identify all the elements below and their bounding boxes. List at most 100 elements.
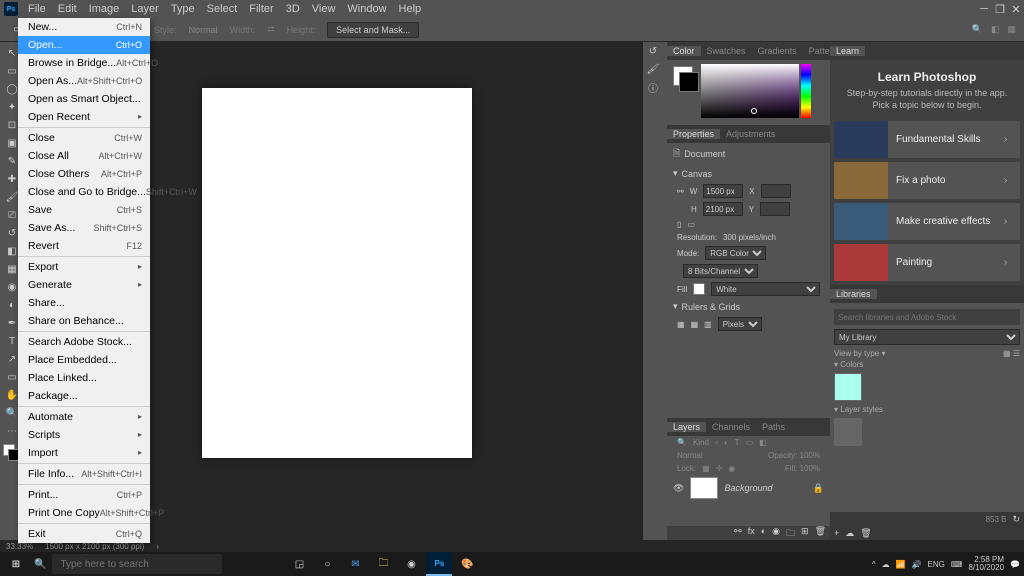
style-value[interactable]: Normal (189, 25, 218, 35)
rulers-section[interactable]: Rulers & Grids (682, 302, 741, 312)
file-menu-item[interactable]: Close and Go to Bridge...Shift+Ctrl+W (18, 183, 150, 201)
x-input[interactable] (761, 184, 791, 198)
hue-slider[interactable] (801, 64, 811, 118)
filter-smart-icon[interactable]: ◧ (759, 438, 767, 447)
fill-select[interactable]: White (711, 282, 820, 296)
color-picker[interactable] (701, 64, 799, 118)
layer-thumbnail[interactable] (690, 477, 718, 499)
menu-file[interactable]: File (22, 3, 52, 15)
file-menu-item[interactable]: Automate (18, 408, 150, 426)
ruler-icon[interactable]: ▦ (677, 320, 685, 329)
mask-icon[interactable]: ◐ (761, 526, 766, 540)
file-menu-item[interactable]: Package... (18, 387, 150, 405)
library-select[interactable]: My Library (834, 329, 1020, 345)
tab-properties[interactable]: Properties (667, 129, 720, 139)
file-menu-item[interactable]: Share on Behance... (18, 312, 150, 330)
file-menu-item[interactable]: Import (18, 444, 150, 462)
tray-lang[interactable]: ENG (928, 560, 945, 569)
learn-item[interactable]: Painting› (834, 244, 1020, 281)
menu-window[interactable]: Window (341, 3, 392, 15)
file-menu-item[interactable]: Export (18, 258, 150, 276)
file-menu-item[interactable]: Scripts (18, 426, 150, 444)
file-menu-item[interactable]: Place Linked... (18, 369, 150, 387)
library-color-swatch[interactable] (834, 373, 862, 401)
grid-view-icon[interactable]: ▦ (1003, 349, 1011, 358)
file-menu-item[interactable]: Share... (18, 294, 150, 312)
blend-mode[interactable]: Normal (677, 451, 703, 460)
close-button[interactable]: ✕ (1008, 0, 1024, 18)
menu-image[interactable]: Image (83, 3, 126, 15)
file-menu-item[interactable]: Print...Ctrl+P (18, 486, 150, 504)
lib-cloud-icon[interactable]: ☁ (845, 528, 854, 539)
y-input[interactable] (760, 202, 790, 216)
file-menu-item[interactable]: File Info...Alt+Shift+Ctrl+I (18, 465, 150, 483)
workspace-icon[interactable]: ▦ (1007, 24, 1016, 35)
brushes-panel-icon[interactable]: 🖌 (643, 60, 663, 78)
file-menu-item[interactable]: Close OthersAlt+Ctrl+P (18, 165, 150, 183)
file-menu-item[interactable]: Open Recent (18, 108, 150, 126)
notifications-icon[interactable]: 💬 (1010, 560, 1020, 569)
select-and-mask-button[interactable]: Select and Mask... (327, 22, 419, 38)
link-icon[interactable]: ⚯ (677, 187, 684, 196)
search-icon[interactable]: 🔍 (972, 24, 983, 35)
document-canvas[interactable] (202, 88, 472, 458)
file-menu-item[interactable]: Print One CopyAlt+Shift+Ctrl+P (18, 504, 150, 522)
visibility-icon[interactable]: 👁 (673, 483, 684, 494)
link-layers-icon[interactable]: ⚯ (734, 526, 742, 540)
menu-type[interactable]: Type (165, 3, 201, 15)
orient-portrait-icon[interactable]: ▯ (677, 220, 681, 229)
learn-item[interactable]: Fundamental Skills› (834, 121, 1020, 158)
restore-button[interactable]: ❐ (992, 0, 1008, 18)
tab-learn[interactable]: Learn (830, 46, 865, 56)
file-menu-item[interactable]: Search Adobe Stock... (18, 333, 150, 351)
adjustment-icon[interactable]: ◉ (772, 526, 780, 540)
group-icon[interactable]: 🗀 (786, 526, 795, 540)
explorer-icon[interactable]: 🗀 (370, 552, 396, 576)
library-search-input[interactable] (834, 309, 1020, 325)
view-by-type[interactable]: View by type ▾ (834, 349, 885, 358)
tray-wifi-icon[interactable]: 📶 (896, 560, 906, 569)
file-menu-item[interactable]: Close AllAlt+Ctrl+W (18, 147, 150, 165)
fill-swatch[interactable] (693, 283, 705, 295)
filter-adj-icon[interactable]: ◐ (724, 438, 729, 447)
sync-icon[interactable]: ↻ (1012, 514, 1020, 525)
new-layer-icon[interactable]: ⊞ (801, 526, 809, 540)
layer-background[interactable]: 👁 Background 🔒 (667, 475, 830, 501)
tray-keyboard-icon[interactable]: ⌨ (951, 560, 963, 569)
info-panel-icon[interactable]: ⓘ (643, 78, 663, 96)
lib-styles-section[interactable]: Layer styles (840, 405, 883, 414)
learn-item[interactable]: Fix a photo› (834, 162, 1020, 199)
tab-gradients[interactable]: Gradients (752, 46, 803, 56)
height-input[interactable] (703, 202, 743, 216)
tab-layers[interactable]: Layers (667, 422, 706, 432)
depth-select[interactable]: 8 Bits/Channel (683, 264, 758, 278)
cortana-icon[interactable]: ○ (314, 552, 340, 576)
windows-search-input[interactable] (52, 554, 222, 574)
chrome-icon[interactable]: ◉ (398, 552, 424, 576)
menu-filter[interactable]: Filter (243, 3, 279, 15)
tab-swatches[interactable]: Swatches (701, 46, 752, 56)
orient-landscape-icon[interactable]: ▭ (687, 220, 695, 229)
delete-layer-icon[interactable]: 🗑 (815, 526, 826, 540)
menu-view[interactable]: View (306, 3, 342, 15)
file-menu-item[interactable]: RevertF12 (18, 237, 150, 255)
mode-select[interactable]: RGB Color (705, 246, 766, 260)
lib-colors-section[interactable]: Colors (840, 360, 863, 369)
tab-color[interactable]: Color (667, 46, 701, 56)
learn-item[interactable]: Make creative effects› (834, 203, 1020, 240)
file-menu-item[interactable]: CloseCtrl+W (18, 129, 150, 147)
file-menu-item[interactable]: Generate (18, 276, 150, 294)
tab-libraries[interactable]: Libraries (830, 289, 877, 299)
file-menu-item[interactable]: ExitCtrl+Q (18, 525, 150, 543)
mail-icon[interactable]: ✉ (342, 552, 368, 576)
fill-opacity-label[interactable]: Fill: 100% (785, 464, 820, 473)
file-menu-item[interactable]: Save As...Shift+Ctrl+S (18, 219, 150, 237)
minimize-button[interactable]: ─ (976, 0, 992, 18)
lib-delete-icon[interactable]: 🗑 (860, 528, 871, 539)
menu-3d[interactable]: 3D (280, 3, 306, 15)
bg-swatch[interactable] (679, 72, 699, 92)
opacity-label[interactable]: Opacity: 100% (768, 451, 820, 460)
width-input[interactable] (703, 184, 743, 198)
menu-layer[interactable]: Layer (125, 3, 165, 15)
tab-channels[interactable]: Channels (706, 422, 756, 432)
